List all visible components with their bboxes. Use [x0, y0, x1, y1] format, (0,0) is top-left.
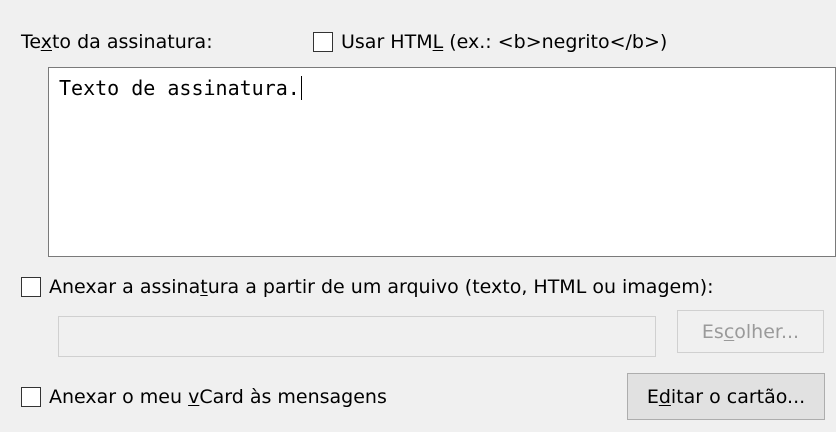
attach-vcard-label: Anexar o meu vCard às mensagens — [49, 386, 387, 408]
signature-textarea[interactable]: Texto de assinatura. — [48, 67, 836, 257]
use-html-option[interactable]: Usar HTML (ex.: <b>negrito</b>) — [313, 30, 667, 54]
text-caret — [300, 76, 303, 100]
attach-file-option[interactable]: Anexar a assinatura a partir de um arqui… — [21, 275, 714, 299]
use-html-label: Usar HTML (ex.: <b>negrito</b>) — [341, 31, 668, 53]
choose-file-button-label: Escolher... — [701, 320, 800, 343]
choose-file-button[interactable]: Escolher... — [677, 310, 824, 353]
signature-file-path-input[interactable] — [58, 316, 656, 357]
edit-card-button[interactable]: Editar o cartão... — [627, 373, 825, 420]
attach-vcard-checkbox[interactable] — [21, 387, 41, 407]
attach-file-label: Anexar a assinatura a partir de um arqui… — [49, 276, 714, 298]
signature-text-value: Texto de assinatura. — [59, 76, 300, 100]
signature-text-label: Texto da assinatura: — [21, 31, 213, 53]
attach-vcard-option[interactable]: Anexar o meu vCard às mensagens — [21, 385, 387, 409]
attach-file-checkbox[interactable] — [21, 277, 41, 297]
use-html-checkbox[interactable] — [313, 32, 333, 52]
edit-card-button-label: Editar o cartão... — [646, 385, 806, 408]
